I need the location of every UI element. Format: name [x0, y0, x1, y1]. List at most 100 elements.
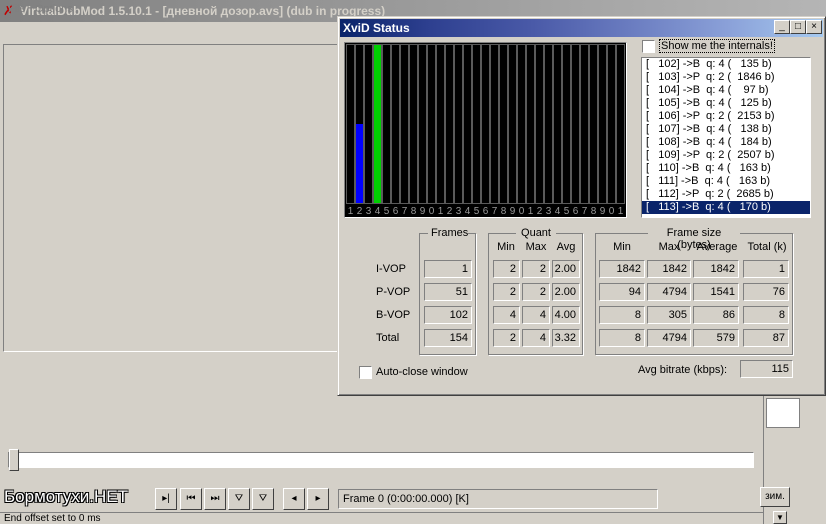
- meter-column: [544, 44, 553, 204]
- xvid-titlebar[interactable]: XviD Status: [340, 19, 823, 37]
- stat-cell-qmax: 2: [522, 260, 550, 278]
- meter-column: [481, 44, 490, 204]
- meter-column: [598, 44, 607, 204]
- close-button[interactable]: ×: [806, 20, 822, 34]
- show-internals-box[interactable]: [642, 39, 655, 53]
- meter-label: 8: [590, 206, 597, 217]
- internals-row[interactable]: [ 109] ->P q: 2 ( 2507 b): [642, 149, 810, 162]
- scroll-down-icon[interactable]: ▼: [773, 511, 787, 524]
- scene-back-icon[interactable]: ◂: [283, 488, 305, 510]
- meter-label: 2: [446, 206, 453, 217]
- meter-column: [616, 44, 625, 204]
- meter-column: [364, 44, 373, 204]
- internals-row[interactable]: [ 111] ->B q: 4 ( 163 b): [642, 175, 810, 188]
- stat-cell-smax: 4794: [647, 283, 691, 301]
- stat-cell-qavg: 3.32: [552, 329, 580, 347]
- maximize-button[interactable]: □: [790, 20, 806, 34]
- internals-row[interactable]: [ 113] ->B q: 4 ( 170 b): [642, 201, 810, 214]
- meter-label: 6: [482, 206, 489, 217]
- meter-label: 1: [617, 206, 624, 217]
- next-keyframe-icon[interactable]: ⏭: [204, 488, 226, 510]
- stat-cell-savg: 1842: [693, 260, 739, 278]
- meter-label: 0: [518, 206, 525, 217]
- internals-row[interactable]: [ 104] ->B q: 4 ( 97 b): [642, 84, 810, 97]
- meter-column: [580, 44, 589, 204]
- stat-cell-smin: 1842: [599, 260, 645, 278]
- meter-column: [463, 44, 472, 204]
- stat-cell-smin: 8: [599, 306, 645, 324]
- meter-label: 9: [419, 206, 426, 217]
- internals-list[interactable]: [ 102] ->B q: 4 ( 135 b)[ 103] ->P q: 2 …: [641, 57, 811, 218]
- stat-cell-qavg: 2.00: [552, 260, 580, 278]
- meter-label: 9: [509, 206, 516, 217]
- meter-column: [400, 44, 409, 204]
- meter-column: [427, 44, 436, 204]
- meter-column: [472, 44, 481, 204]
- position-slider-thumb[interactable]: [9, 449, 19, 471]
- main-window-title: VirtualDubMod 1.5.10.1 - [дневной дозор.…: [20, 4, 386, 18]
- meter-column: [562, 44, 571, 204]
- meter-column: [436, 44, 445, 204]
- stat-cell-smax: 1842: [647, 260, 691, 278]
- background-window-button[interactable]: зим.: [760, 487, 790, 507]
- meter-column: [490, 44, 499, 204]
- auto-close-checkbox[interactable]: Auto-close window: [359, 365, 468, 379]
- stat-cell-qmax: 4: [522, 329, 550, 347]
- meter-label: 1: [347, 206, 354, 217]
- stat-cell-stotal: 87: [743, 329, 789, 347]
- meter-label: 8: [500, 206, 507, 217]
- internals-row[interactable]: [ 105] ->B q: 4 ( 125 b): [642, 97, 810, 110]
- internals-row[interactable]: [ 107] ->B q: 4 ( 138 b): [642, 123, 810, 136]
- meter-label: 4: [554, 206, 561, 217]
- menu-file[interactable]: File: [8, 3, 26, 15]
- scene-forward-icon[interactable]: ▸: [307, 488, 329, 510]
- position-slider-track[interactable]: [8, 452, 754, 468]
- internals-row[interactable]: [ 108] ->B q: 4 ( 184 b): [642, 136, 810, 149]
- meter-label: 6: [572, 206, 579, 217]
- internals-row[interactable]: [ 106] ->P q: 2 ( 2153 b): [642, 110, 810, 123]
- meter-column: [382, 44, 391, 204]
- meter-label: 3: [455, 206, 462, 217]
- xvid-title: XviD Status: [343, 21, 410, 35]
- quant-col-min: Min: [497, 241, 515, 253]
- stat-cell-qmin: 4: [493, 306, 520, 324]
- mark-out-icon[interactable]: ⛛: [252, 488, 274, 510]
- meter-label: 7: [401, 206, 408, 217]
- meter-column: [526, 44, 535, 204]
- auto-close-box[interactable]: [359, 365, 372, 379]
- meter-column: [373, 44, 382, 204]
- stat-cell-savg: 579: [693, 329, 739, 347]
- size-col-average: Average: [696, 241, 738, 253]
- background-window-panel: [766, 398, 800, 428]
- meter-label: 5: [473, 206, 480, 217]
- menu-options[interactable]: Options: [35, 3, 73, 15]
- internals-row[interactable]: [ 110] ->B q: 4 ( 163 b): [642, 162, 810, 175]
- show-internals-checkbox[interactable]: Show me the internals!: [642, 39, 775, 53]
- size-col-total: Total (k): [747, 241, 787, 253]
- prev-keyframe-icon[interactable]: ⏮: [180, 488, 202, 510]
- internals-row[interactable]: [ 112] ->P q: 2 ( 2685 b): [642, 188, 810, 201]
- stat-cell-savg: 86: [693, 306, 739, 324]
- frames-group-title: Frames: [428, 227, 468, 239]
- meter-column: [535, 44, 544, 204]
- meter-column: [571, 44, 580, 204]
- internals-row[interactable]: [ 103] ->P q: 2 ( 1846 b): [642, 71, 810, 84]
- frame-position-field: Frame 0 (0:00:00.000) [K]: [338, 489, 658, 509]
- minimize-button[interactable]: _: [774, 20, 790, 34]
- stat-cell-stotal: 1: [743, 260, 789, 278]
- quant-col-avg: Avg: [556, 241, 576, 253]
- meter-label: 8: [410, 206, 417, 217]
- quant-col-max: Max: [525, 241, 547, 253]
- meter-label: 7: [581, 206, 588, 217]
- meter-label: 1: [437, 206, 444, 217]
- video-pane: [3, 44, 339, 352]
- internals-row[interactable]: [ 102] ->B q: 4 ( 135 b): [642, 58, 810, 71]
- avg-bitrate-label: Avg bitrate (kbps):: [638, 364, 728, 376]
- meter-column: [445, 44, 454, 204]
- meter-column: [508, 44, 517, 204]
- mark-in-icon[interactable]: ⛛: [228, 488, 250, 510]
- meter-column: [391, 44, 400, 204]
- meter-bar: [356, 124, 363, 203]
- end-button[interactable]: ▸|: [155, 488, 177, 510]
- stat-cell-smin: 94: [599, 283, 645, 301]
